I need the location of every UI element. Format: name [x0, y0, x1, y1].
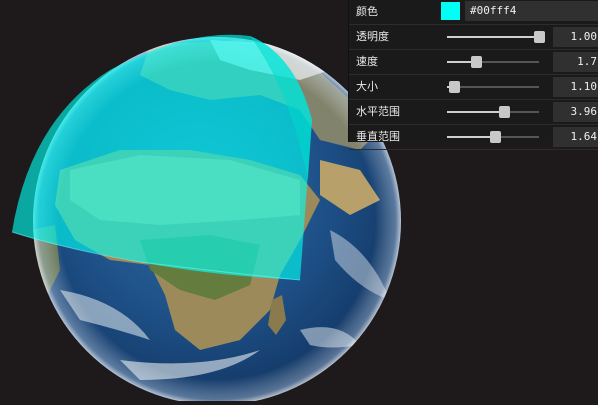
horizontal-range-row: 水平范围 3.96: [349, 100, 598, 125]
radar-sector-mesh: [11, 34, 312, 281]
color-hex-input[interactable]: #00fff4: [465, 1, 598, 21]
opacity-value-input[interactable]: 1.00: [551, 27, 598, 47]
speed-slider-handle[interactable]: [471, 56, 483, 68]
vertical-range-row: 垂直范围 1.64: [349, 125, 598, 150]
opacity-slider-fill: [447, 36, 539, 38]
horizontal-range-slider[interactable]: [447, 106, 539, 118]
vertical-range-slider[interactable]: [447, 131, 539, 143]
vertical-range-label: 垂直范围: [356, 130, 400, 143]
opacity-row: 透明度 1.00: [349, 25, 598, 50]
opacity-slider-handle[interactable]: [534, 31, 545, 43]
vertical-range-slider-fill: [447, 136, 495, 138]
horizontal-range-slider-handle[interactable]: [499, 106, 511, 118]
vertical-range-value-input[interactable]: 1.64: [551, 127, 598, 147]
color-label: 颜色: [356, 5, 378, 18]
speed-slider[interactable]: [447, 56, 539, 68]
speed-value-input[interactable]: 1.7: [551, 52, 598, 72]
horizontal-range-value-input[interactable]: 3.96: [551, 102, 598, 122]
control-panel: 颜色 #00fff4 透明度 1.00 速度 1.7 大小 1.10 水平范围: [348, 0, 598, 150]
color-swatch[interactable]: [441, 2, 460, 20]
color-row: 颜色 #00fff4: [349, 0, 598, 25]
speed-label: 速度: [356, 55, 378, 68]
size-label: 大小: [356, 80, 378, 93]
horizontal-range-label: 水平范围: [356, 105, 400, 118]
size-value-input[interactable]: 1.10: [551, 77, 598, 97]
size-slider[interactable]: [447, 81, 539, 93]
size-slider-handle[interactable]: [449, 81, 461, 93]
vertical-range-slider-handle[interactable]: [489, 131, 501, 143]
opacity-slider[interactable]: [447, 31, 545, 43]
horizontal-range-slider-fill: [447, 111, 505, 113]
opacity-label: 透明度: [356, 30, 389, 43]
size-row: 大小 1.10: [349, 75, 598, 100]
speed-row: 速度 1.7: [349, 50, 598, 75]
